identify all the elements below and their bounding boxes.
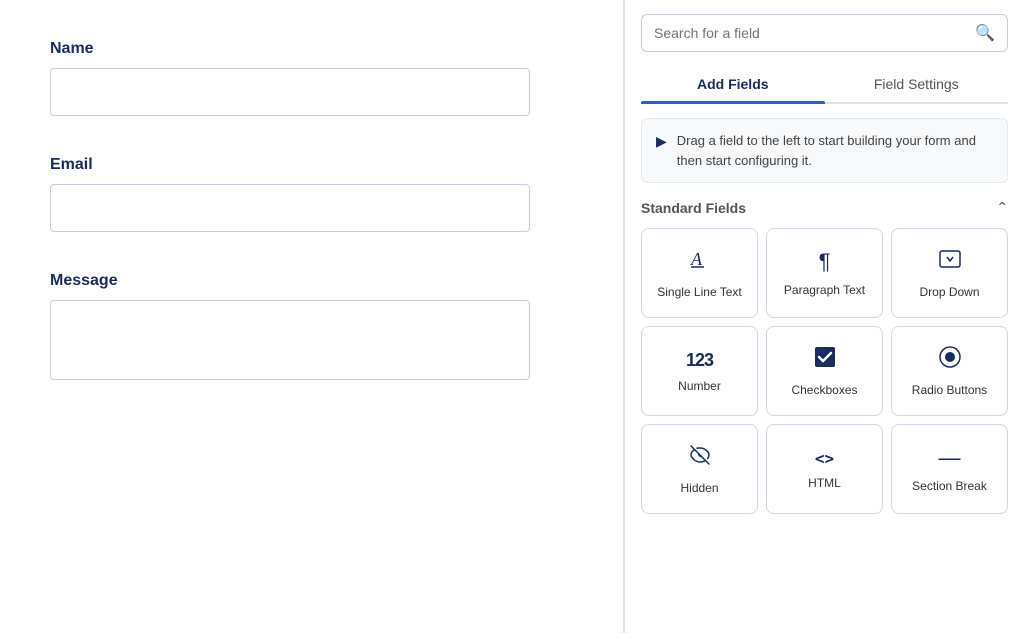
tab-add-fields[interactable]: Add Fields xyxy=(641,66,825,102)
name-label: Name xyxy=(50,40,573,58)
radio-buttons-icon xyxy=(938,345,962,375)
field-card-section-break[interactable]: — Section Break xyxy=(891,424,1008,514)
single-line-text-icon: A xyxy=(688,247,712,277)
tabs-container: Add Fields Field Settings xyxy=(641,66,1008,104)
drop-down-label: Drop Down xyxy=(919,285,979,299)
section-break-label: Section Break xyxy=(912,479,987,493)
single-line-text-label: Single Line Text xyxy=(657,285,742,299)
fields-grid: A Single Line Text ¶ Paragraph Text Drop… xyxy=(641,228,1008,514)
search-icon: 🔍 xyxy=(975,23,995,43)
svg-text:A: A xyxy=(690,249,703,269)
cursor-icon: ▶ xyxy=(656,133,667,150)
email-field: Email xyxy=(50,156,573,232)
paragraph-text-icon: ¶ xyxy=(819,249,831,275)
radio-buttons-label: Radio Buttons xyxy=(912,383,987,397)
message-field: Message xyxy=(50,272,573,380)
field-card-html[interactable]: <> HTML xyxy=(766,424,883,514)
number-label: Number xyxy=(678,379,721,393)
message-textarea[interactable] xyxy=(50,300,530,380)
html-label: HTML xyxy=(808,476,841,490)
search-input[interactable] xyxy=(654,25,975,41)
paragraph-text-label: Paragraph Text xyxy=(784,283,865,297)
checkboxes-label: Checkboxes xyxy=(791,383,857,397)
field-card-hidden[interactable]: Hidden xyxy=(641,424,758,514)
name-field: Name xyxy=(50,40,573,116)
hidden-label: Hidden xyxy=(680,481,718,495)
info-text: Drag a field to the left to start buildi… xyxy=(677,131,993,170)
field-card-drop-down[interactable]: Drop Down xyxy=(891,228,1008,318)
email-input[interactable] xyxy=(50,184,530,232)
search-bar[interactable]: 🔍 xyxy=(641,14,1008,52)
email-label: Email xyxy=(50,156,573,174)
field-card-number[interactable]: 123 Number xyxy=(641,326,758,416)
standard-fields-header: Standard Fields ⌃ xyxy=(641,199,1008,216)
field-card-radio-buttons[interactable]: Radio Buttons xyxy=(891,326,1008,416)
tab-field-settings[interactable]: Field Settings xyxy=(825,66,1009,102)
info-box: ▶ Drag a field to the left to start buil… xyxy=(641,118,1008,183)
html-icon: <> xyxy=(815,449,834,468)
standard-fields-title: Standard Fields xyxy=(641,200,746,216)
name-input[interactable] xyxy=(50,68,530,116)
hidden-icon xyxy=(688,443,712,473)
message-label: Message xyxy=(50,272,573,290)
drop-down-icon xyxy=(938,247,962,277)
chevron-up-icon[interactable]: ⌃ xyxy=(996,199,1008,216)
sidebar-panel: 🔍 Add Fields Field Settings ▶ Drag a fie… xyxy=(624,0,1024,633)
field-card-single-line-text[interactable]: A Single Line Text xyxy=(641,228,758,318)
number-icon: 123 xyxy=(686,350,713,371)
section-break-icon: — xyxy=(939,445,961,471)
field-card-checkboxes[interactable]: Checkboxes xyxy=(766,326,883,416)
form-panel: Name Email Message xyxy=(0,0,624,633)
checkboxes-icon xyxy=(813,345,837,375)
field-card-paragraph-text[interactable]: ¶ Paragraph Text xyxy=(766,228,883,318)
